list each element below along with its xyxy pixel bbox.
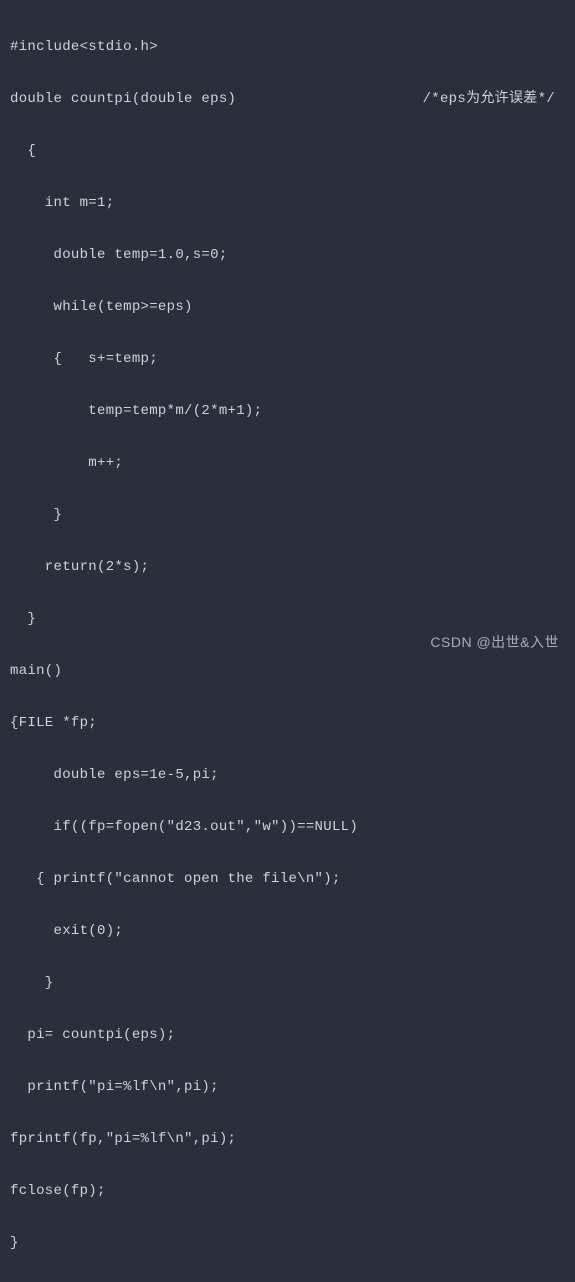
code-line: return(2*s); — [10, 554, 565, 580]
code-line: pi= countpi(eps); — [10, 1022, 565, 1048]
code-line: main() — [10, 658, 565, 684]
code-line: { s+=temp; — [10, 346, 565, 372]
code-line: int m=1; — [10, 190, 565, 216]
watermark-text: CSDN @出世&入世 — [430, 629, 559, 655]
code-line: double temp=1.0,s=0; — [10, 242, 565, 268]
code-line: printf("pi=%lf\n",pi); — [10, 1074, 565, 1100]
code-comment: /*eps为允许误差*/ — [423, 86, 565, 112]
code-line: } — [10, 1230, 565, 1256]
code-line: if((fp=fopen("d23.out","w"))==NULL) — [10, 814, 565, 840]
code-line: #include<stdio.h> — [10, 34, 565, 60]
code-line: double eps=1e-5,pi; — [10, 762, 565, 788]
code-line: { — [10, 138, 565, 164]
code-line: {FILE *fp; — [10, 710, 565, 736]
code-line: fclose(fp); — [10, 1178, 565, 1204]
code-line: fprintf(fp,"pi=%lf\n",pi); — [10, 1126, 565, 1152]
code-line: while(temp>=eps) — [10, 294, 565, 320]
code-line: temp=temp*m/(2*m+1); — [10, 398, 565, 424]
code-line: exit(0); — [10, 918, 565, 944]
code-line: } — [10, 970, 565, 996]
code-line: double countpi(double eps) /*eps为允许误差*/ — [10, 86, 565, 112]
code-line: } — [10, 502, 565, 528]
code-line: m++; — [10, 450, 565, 476]
code-text: double countpi(double eps) — [10, 86, 236, 112]
code-line: { printf("cannot open the file\n"); — [10, 866, 565, 892]
